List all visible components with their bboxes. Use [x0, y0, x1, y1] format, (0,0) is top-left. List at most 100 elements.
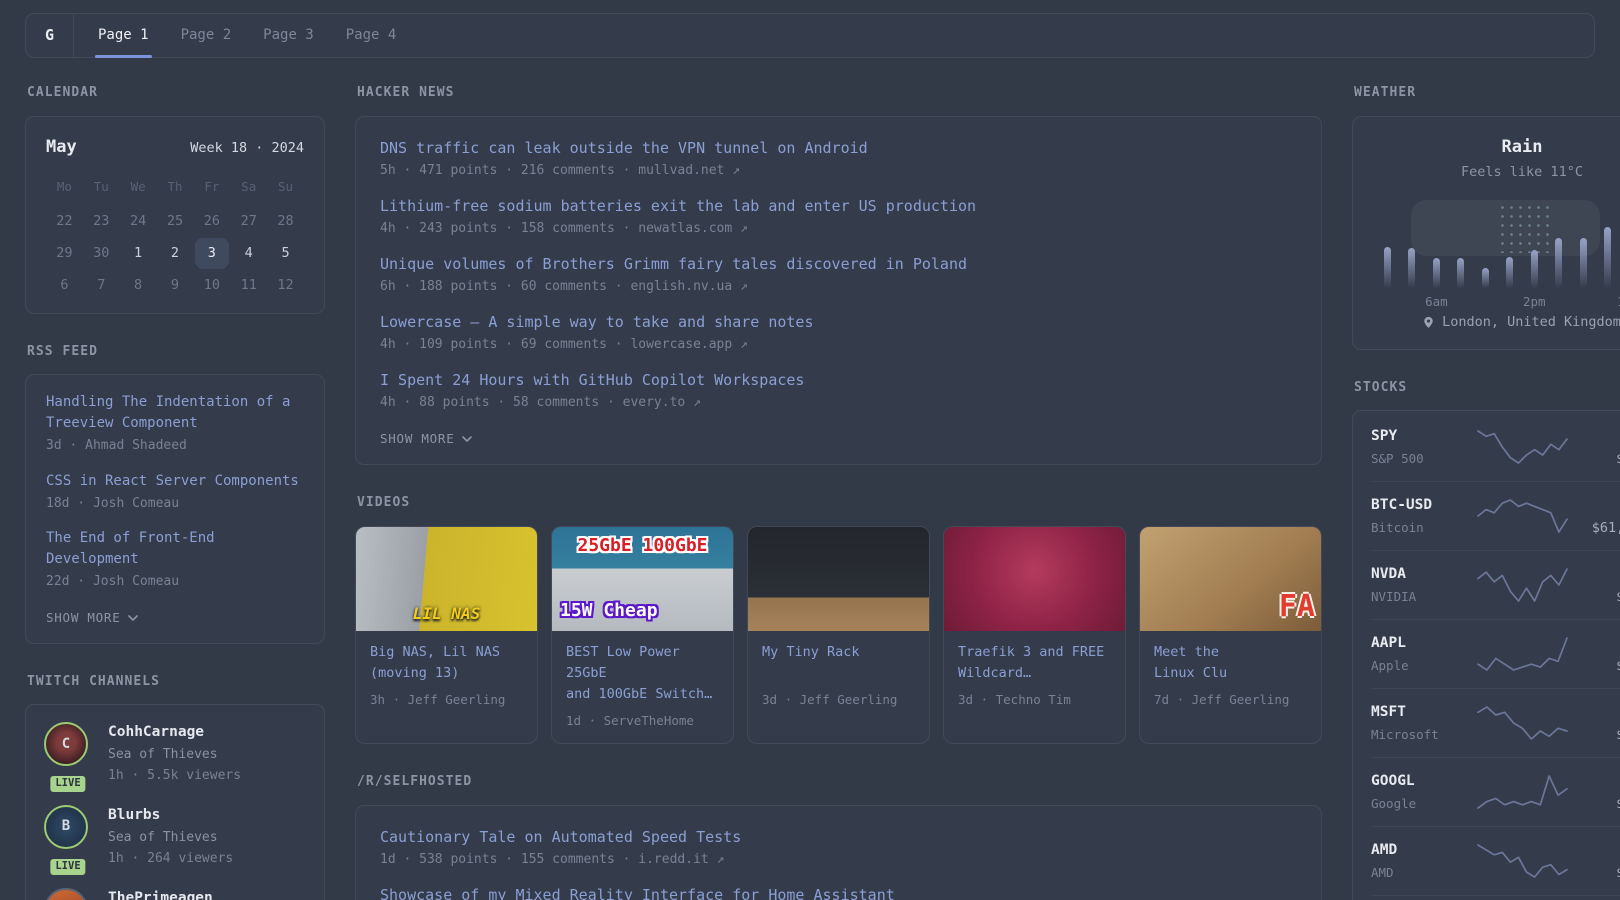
stock-identity: GOOGL Google [1371, 771, 1475, 814]
stock-company-name: Apple [1371, 657, 1409, 673]
stocks-widget: SPY S&P 500 +1.29% $511.57 [1352, 410, 1620, 900]
weather-bar [1579, 238, 1587, 289]
chevron-down-icon [128, 615, 139, 621]
stock-sparkline-wrap [1475, 635, 1570, 673]
selfhosted-item-title[interactable]: Showcase of my Mixed Reality Interface f… [380, 884, 1297, 900]
selfhosted-section: /R/SELFHOSTED Cautionary Tale on Automat… [355, 772, 1322, 900]
chevron-down-icon [462, 436, 473, 442]
weather-bar-column [1383, 200, 1392, 289]
weather-bar-column [1554, 200, 1563, 289]
weather-bar [1555, 238, 1563, 289]
weather-bar-column [1407, 200, 1416, 289]
stock-values: +3.52% $888.40 [1570, 563, 1620, 607]
dashboard-page: G Page 1 Page 2 Page 3 Page 4 CALENDAR M… [0, 13, 1620, 900]
calendar-header: May Week 18 · 2024 [46, 135, 304, 161]
stock-sparkline-chart [1477, 499, 1568, 533]
rss-item-meta: 3d · Ahmad Shadeed [46, 438, 187, 454]
calendar-day: 30 [93, 245, 110, 262]
twitch-channel-info: Blurbs Sea of Thieves 1h · 264 viewers [108, 805, 233, 869]
hacker-news-item-title[interactable]: I Spent 24 Hours with GitHub Copilot Wor… [380, 369, 1297, 392]
hacker-news-show-more-label: SHOW MORE [380, 430, 455, 446]
stock-company-name: NVIDIA [1371, 588, 1417, 604]
calendar-day: 24 [129, 213, 147, 230]
video-card[interactable]: LIL NAS Big NAS, Lil NAS (moving 13) 3h … [355, 525, 538, 745]
twitch-channel-row[interactable]: C LIVE CohhCarnage Sea of Thieves 1h · 5… [44, 722, 306, 794]
twitch-channel-name[interactable]: CohhCarnage [108, 722, 241, 744]
video-meta: 3d · Jeff Geerling [762, 691, 898, 707]
hacker-news-item: I Spent 24 Hours with GitHub Copilot Wor… [380, 369, 1297, 413]
twitch-channel-name[interactable]: Blurbs [108, 805, 233, 827]
video-card[interactable]: Traefik 3 and FREE Wildcard… 3d · Techno… [943, 525, 1126, 745]
stock-ticker: AAPL [1371, 634, 1406, 651]
hacker-news-item-title[interactable]: Lithium-free sodium batteries exit the l… [380, 195, 1297, 218]
video-title[interactable]: Meet the Linux Clu [1154, 642, 1307, 684]
stock-identity: BTC-USD Bitcoin [1371, 495, 1475, 538]
rss-show-more-label: SHOW MORE [46, 609, 121, 625]
video-card-body: Big NAS, Lil NAS (moving 13) 3h · Jeff G… [356, 631, 537, 723]
calendar-day: 9 [170, 277, 180, 294]
twitch-channel-info: CohhCarnage Sea of Thieves 1h · 5.5k vie… [108, 722, 241, 786]
rss-show-more-button[interactable]: SHOW MORE [46, 609, 304, 628]
video-title[interactable]: Big NAS, Lil NAS (moving 13) [370, 642, 523, 684]
page-tab[interactable]: Page 1 [82, 14, 165, 58]
hacker-news-show-more-button[interactable]: SHOW MORE [380, 430, 1297, 449]
thumbnail-overlay-text-bottom: LIL NAS [412, 603, 481, 623]
video-card-body: BEST Low Power 25GbE and 100GbE Switch… … [552, 631, 733, 744]
video-card[interactable]: My Tiny Rack 3d · Jeff Geerling [747, 525, 930, 745]
right-column: WEATHER Rain Feels like 11°C 6am 2pm Lon… [1352, 83, 1620, 900]
video-title[interactable]: My Tiny Rack [762, 642, 915, 684]
rss-item-meta: 18d · Josh Comeau [46, 495, 180, 511]
calendar-weekday: Tu [93, 179, 109, 194]
page-tab[interactable]: Page 2 [165, 14, 248, 57]
weather-bar-column [1603, 200, 1612, 289]
hacker-news-item-title[interactable]: DNS traffic can leak outside the VPN tun… [380, 137, 1297, 160]
rss-item-title[interactable]: The End of Front-End Development [46, 528, 304, 570]
stock-ticker: GOOGL [1371, 772, 1415, 789]
video-title[interactable]: Traefik 3 and FREE Wildcard… [958, 642, 1111, 684]
twitch-channel-row[interactable]: ThePrimeagen [44, 887, 306, 900]
calendar-day: 3 [194, 237, 229, 269]
thumbnail-overlay-text-top: 25GbE 100GbE [577, 534, 708, 556]
videos-section-title: VIDEOS [357, 495, 411, 511]
video-thumbnail[interactable]: LIL NAS [356, 526, 537, 631]
rss-item-title[interactable]: Handling The Indentation of a Treeview C… [46, 392, 304, 434]
calendar-day: 4 [244, 245, 253, 262]
video-thumbnail[interactable]: 25GbE 100GbE 15W Cheap [552, 526, 733, 631]
video-thumbnail[interactable]: FA [1140, 526, 1321, 631]
rss-widget: Handling The Indentation of a Treeview C… [25, 374, 325, 644]
weather-bar [1408, 248, 1416, 289]
stock-change-percent: +4.40% [1570, 494, 1620, 516]
stock-change-percent: +6.87% [1570, 632, 1620, 654]
page-tab[interactable]: Page 3 [247, 14, 330, 57]
weather-bar-column: 6am [1425, 200, 1448, 309]
video-thumbnail[interactable] [748, 526, 929, 631]
stock-sparkline-wrap [1475, 704, 1570, 742]
hacker-news-item-title[interactable]: Lowercase – A simple way to take and sha… [380, 311, 1297, 334]
twitch-section: TWITCH CHANNELS C LIVE CohhCarnage Sea o… [25, 672, 325, 900]
video-thumbnail[interactable] [944, 526, 1125, 631]
avatar-letter: C [61, 735, 71, 752]
stock-change-percent: +2.94% [1570, 839, 1620, 861]
calendar-weekday: Th [167, 179, 183, 194]
rss-item-title[interactable]: CSS in React Server Components [46, 471, 304, 492]
hacker-news-item: Unique volumes of Brothers Grimm fairy t… [380, 253, 1297, 297]
video-card[interactable]: 25GbE 100GbE 15W Cheap BEST Low Power 25… [551, 525, 734, 745]
thumbnail-overlay-text-bottom: 15W Cheap [560, 599, 658, 621]
stock-values: +0.10% $166.78 [1570, 770, 1620, 814]
stock-row: BTC-USD Bitcoin +4.40% $61,725.48 [1371, 482, 1620, 551]
video-title[interactable]: BEST Low Power 25GbE and 100GbE Switch… [566, 642, 719, 705]
stock-sparkline-wrap [1475, 497, 1570, 535]
stock-sparkline-chart [1477, 706, 1568, 740]
selfhosted-item-title[interactable]: Cautionary Tale on Automated Speed Tests [380, 826, 1297, 849]
thumbnail-overlay-text-bottom: FA [1278, 588, 1315, 624]
stock-row: AAPL Apple +6.87% $184.91 [1371, 620, 1620, 689]
calendar-day: 11 [240, 277, 257, 294]
app-logo[interactable]: G [26, 14, 74, 57]
weather-hourly-chart: 6am 2pm [1383, 200, 1620, 309]
twitch-channel-name[interactable]: ThePrimeagen [108, 888, 213, 900]
twitch-channel-row[interactable]: B LIVE Blurbs Sea of Thieves 1h · 264 vi… [44, 804, 306, 877]
weather-location: London, United Kingdom [1369, 312, 1620, 332]
hacker-news-item-title[interactable]: Unique volumes of Brothers Grimm fairy t… [380, 253, 1297, 276]
page-tab[interactable]: Page 4 [330, 14, 413, 57]
video-card[interactable]: FA Meet the Linux Clu 7d · Jeff Geerling [1139, 525, 1322, 745]
